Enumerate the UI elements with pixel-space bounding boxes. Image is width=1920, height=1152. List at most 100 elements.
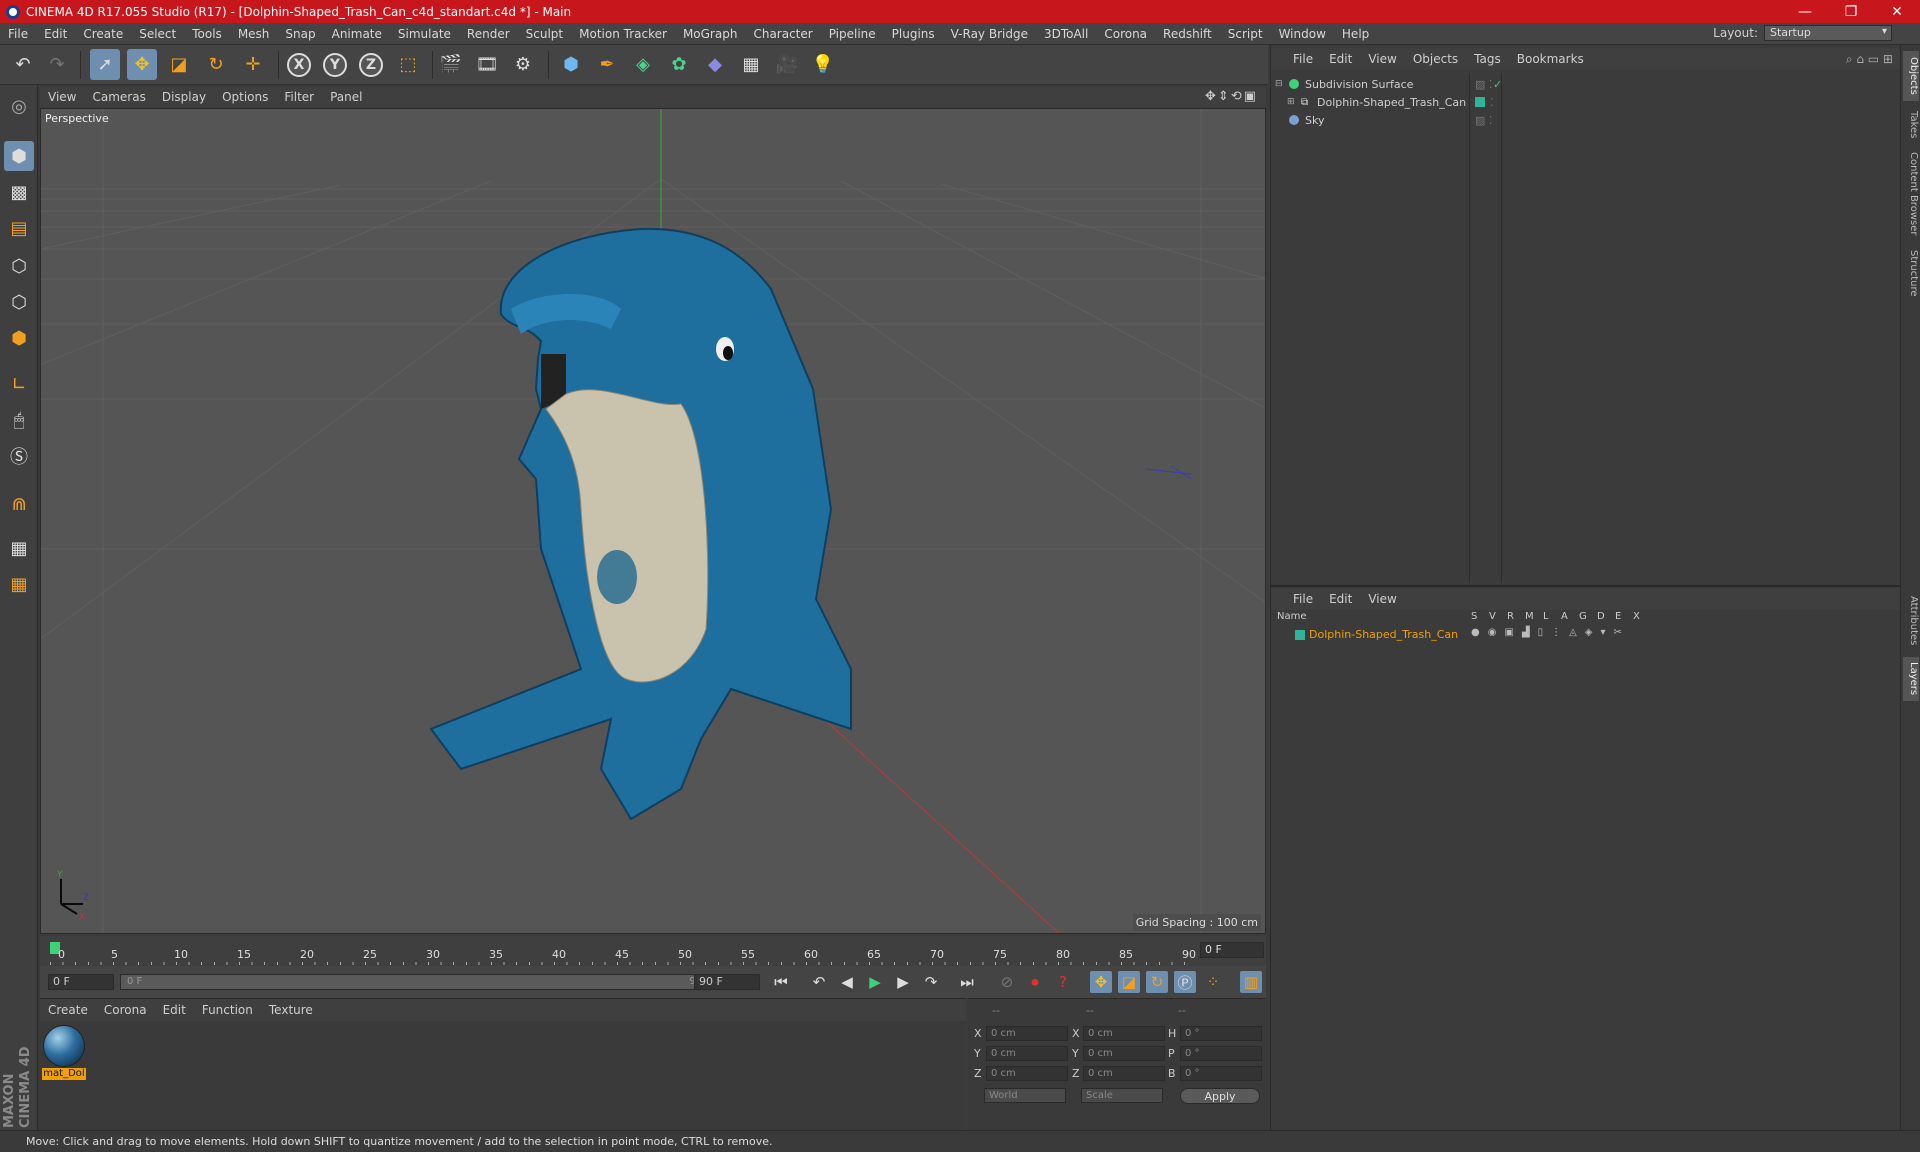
menu-tools[interactable]: Tools	[184, 27, 230, 41]
solo-mode-icon[interactable]: Ⓢ	[4, 441, 34, 471]
menu-corona[interactable]: Corona	[1096, 27, 1155, 41]
objects-menu-edit[interactable]: Edit	[1321, 52, 1360, 66]
key-parameter-icon[interactable]: Ⓟ	[1174, 971, 1196, 993]
expand-icon[interactable]: ⊞	[1287, 97, 1299, 107]
tab-attributes[interactable]: Attributes	[1903, 590, 1919, 652]
layers-menu-view[interactable]: View	[1360, 592, 1404, 606]
menu-motion-tracker[interactable]: Motion Tracker	[571, 27, 675, 41]
next-frame-icon[interactable]: ▶	[892, 971, 914, 993]
menu-pipeline[interactable]: Pipeline	[821, 27, 884, 41]
position-y-field[interactable]: 0 cm	[986, 1046, 1068, 1061]
camera-icon[interactable]: 🎥	[772, 49, 802, 80]
light-icon[interactable]: 💡	[808, 49, 838, 80]
menu-plugins[interactable]: Plugins	[884, 27, 943, 41]
tab-takes[interactable]: Takes	[1903, 105, 1919, 145]
size-y-field[interactable]: 0 cm	[1083, 1046, 1165, 1061]
deformer-icon[interactable]: ◆	[700, 49, 730, 80]
y-axis-icon[interactable]: Y	[323, 53, 347, 77]
render-view-icon[interactable]: 🎬	[436, 49, 466, 80]
tweak-mode-icon[interactable]: 🖱	[4, 405, 34, 435]
viewport-menu-view[interactable]: View	[40, 90, 84, 104]
menu-window[interactable]: Window	[1271, 27, 1334, 41]
workplane-icon[interactable]: ▤	[4, 213, 34, 243]
cube-icon[interactable]: ⬢	[556, 49, 586, 80]
maximize-button[interactable]: ❐	[1828, 0, 1874, 23]
record-keys-icon[interactable]: ⊘	[996, 971, 1018, 993]
polygons-mode-icon[interactable]: ⬢	[4, 323, 34, 353]
material-menu-create[interactable]: Create	[40, 1003, 96, 1017]
collapse-icon[interactable]: ⊟	[1275, 79, 1287, 89]
objects-menu-bookmarks[interactable]: Bookmarks	[1509, 52, 1592, 66]
rotation-h-field[interactable]: 0 °	[1180, 1026, 1262, 1041]
size-mode-dropdown[interactable]: Scale	[1081, 1088, 1163, 1103]
objects-menu-file[interactable]: File	[1271, 52, 1321, 66]
redo-icon[interactable]: ↷	[42, 49, 72, 80]
menu-mesh[interactable]: Mesh	[230, 27, 278, 41]
make-editable-icon[interactable]: ◎	[4, 91, 34, 121]
subdivision-icon[interactable]: ◈	[628, 49, 658, 80]
layers-menu-edit[interactable]: Edit	[1321, 592, 1360, 606]
menu-edit[interactable]: Edit	[36, 27, 75, 41]
scale-icon[interactable]: ◪	[164, 49, 194, 80]
menu-create[interactable]: Create	[75, 27, 131, 41]
visibility-dots[interactable]: ▨ ⁚	[1475, 114, 1492, 127]
edges-mode-icon[interactable]: ⬡	[4, 287, 34, 317]
menu-vray-bridge[interactable]: V-Ray Bridge	[943, 27, 1036, 41]
apply-button[interactable]: Apply	[1180, 1088, 1260, 1104]
layer-color-swatch[interactable]	[1295, 630, 1305, 640]
z-axis-icon[interactable]: Z	[359, 53, 383, 77]
viewport-menu-panel[interactable]: Panel	[322, 90, 370, 104]
render-settings-icon[interactable]: ⚙	[508, 49, 538, 80]
material-menu-texture[interactable]: Texture	[261, 1003, 321, 1017]
size-z-field[interactable]: 0 cm	[1083, 1066, 1165, 1081]
viewport-menu-options[interactable]: Options	[214, 90, 276, 104]
undo-icon[interactable]: ↶	[8, 49, 38, 80]
points-mode-icon[interactable]: ⬡	[4, 251, 34, 281]
size-x-field[interactable]: 0 cm	[1083, 1026, 1165, 1041]
x-axis-icon[interactable]: X	[287, 53, 311, 77]
start-frame-field[interactable]: 0 F	[48, 974, 114, 990]
go-to-start-icon[interactable]: ⏮	[770, 971, 792, 993]
viewport-nav-icons[interactable]: ✥⇕⟲▣	[1205, 89, 1258, 104]
texture-mode-icon[interactable]: ▩	[4, 177, 34, 207]
axis-mode-icon[interactable]: ∟	[4, 369, 34, 399]
key-help-icon[interactable]: ?	[1052, 971, 1074, 993]
workplane-lock-icon[interactable]: ▦	[4, 533, 34, 563]
enabled-check-icon[interactable]: ✓	[1493, 78, 1502, 91]
material-thumbnail[interactable]: mat_Dol	[42, 1025, 86, 1081]
minimize-button[interactable]: —	[1782, 0, 1828, 23]
end-frame-field[interactable]: 90 F	[694, 974, 760, 990]
timeline-window-icon[interactable]: ▥	[1240, 971, 1262, 993]
menu-3dtoall[interactable]: 3DToAll	[1036, 27, 1096, 41]
previous-key-icon[interactable]: ↶	[808, 971, 830, 993]
menu-file[interactable]: File	[0, 27, 36, 41]
menu-mograph[interactable]: MoGraph	[675, 27, 746, 41]
grid-snap-icon[interactable]: ▦	[4, 569, 34, 599]
object-row[interactable]: Sky ▨ ⁚	[1275, 111, 1897, 129]
rotate-icon[interactable]: ↻	[201, 49, 231, 80]
snap-icon[interactable]: ⋒	[4, 489, 34, 519]
tab-layers[interactable]: Layers	[1903, 657, 1919, 701]
coordinate-system-icon[interactable]: ⬚	[393, 49, 423, 80]
timeline-ruler[interactable]: 0 5 10 15 20 25 30 35 40 45 50 55 60 65 …	[40, 936, 1266, 966]
object-search-icon[interactable]: ⌕ ⌂ ▭ ⊞	[1846, 52, 1893, 67]
objects-menu-tags[interactable]: Tags	[1466, 52, 1509, 66]
layer-toggle-icons[interactable]: ●◉▣▟▯⋮◬◈▾✂	[1471, 627, 1630, 638]
visibility-dots[interactable]: ▨ ⁚	[1475, 78, 1492, 91]
menu-animate[interactable]: Animate	[324, 27, 390, 41]
material-menu-edit[interactable]: Edit	[155, 1003, 194, 1017]
render-picture-icon[interactable]: 🎞	[472, 49, 502, 80]
go-to-end-icon[interactable]: ⏭	[956, 971, 978, 993]
position-z-field[interactable]: 0 cm	[986, 1066, 1068, 1081]
auto-key-icon[interactable]: ⏺	[1024, 971, 1046, 993]
layer-color-swatch[interactable]	[1475, 97, 1485, 107]
select-arrow-icon[interactable]: ➚	[90, 49, 120, 80]
menu-snap[interactable]: Snap	[277, 27, 323, 41]
key-scale-icon[interactable]: ◪	[1118, 971, 1140, 993]
objects-menu-view[interactable]: View	[1360, 52, 1404, 66]
menu-render[interactable]: Render	[459, 27, 518, 41]
model-mode-icon[interactable]: ⬢	[4, 141, 34, 171]
menu-help[interactable]: Help	[1334, 27, 1377, 41]
close-button[interactable]: ✕	[1874, 0, 1920, 23]
tab-objects[interactable]: Objects	[1903, 51, 1919, 101]
